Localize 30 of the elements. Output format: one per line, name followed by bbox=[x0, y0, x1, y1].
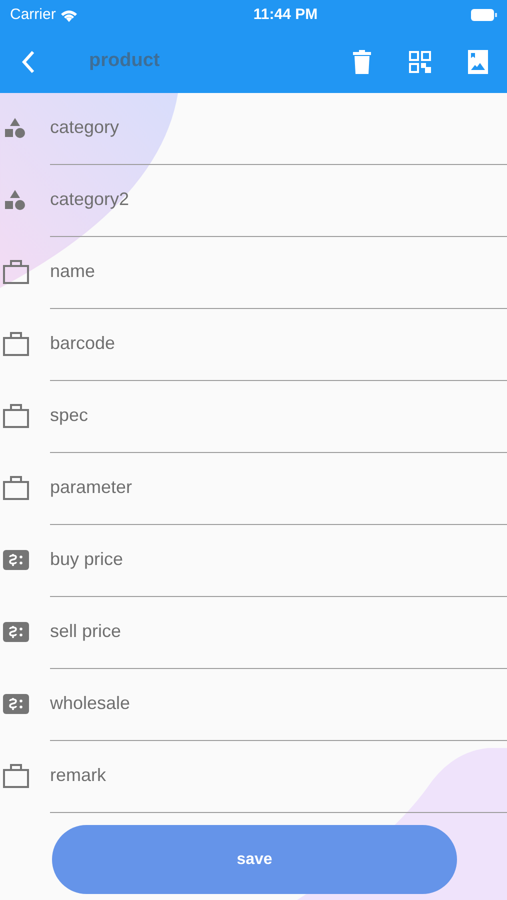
shapes-icon bbox=[3, 116, 27, 140]
back-icon bbox=[21, 50, 35, 74]
briefcase-icon bbox=[3, 404, 29, 428]
image-icon bbox=[468, 50, 488, 74]
trash-icon bbox=[353, 50, 371, 74]
carrier-label: Carrier bbox=[10, 4, 56, 25]
text-field[interactable]: category bbox=[50, 93, 507, 165]
money-icon bbox=[3, 694, 29, 714]
battery-icon bbox=[471, 9, 497, 21]
text-field[interactable]: parameter bbox=[50, 453, 507, 525]
text-field[interactable]: barcode bbox=[50, 309, 507, 381]
shapes-icon bbox=[3, 188, 27, 212]
wifi-icon bbox=[60, 8, 78, 22]
clock-label: 11:44 PM bbox=[252, 4, 319, 25]
page-title: product bbox=[89, 49, 161, 74]
text-field[interactable]: sell price bbox=[50, 597, 507, 669]
money-icon bbox=[3, 622, 29, 642]
briefcase-icon bbox=[3, 332, 29, 356]
qr-code-icon bbox=[409, 50, 431, 72]
text-field[interactable]: category2 bbox=[50, 165, 507, 237]
save-button[interactable]: save bbox=[52, 825, 457, 894]
text-field[interactable]: name bbox=[50, 237, 507, 309]
text-field[interactable]: remark bbox=[50, 741, 507, 813]
briefcase-icon bbox=[3, 764, 29, 788]
briefcase-icon bbox=[3, 476, 29, 500]
text-field[interactable]: spec bbox=[50, 381, 507, 453]
briefcase-icon bbox=[3, 260, 29, 284]
money-icon bbox=[3, 550, 29, 570]
text-field[interactable]: buy price bbox=[50, 525, 507, 597]
text-field[interactable]: wholesale bbox=[50, 669, 507, 741]
